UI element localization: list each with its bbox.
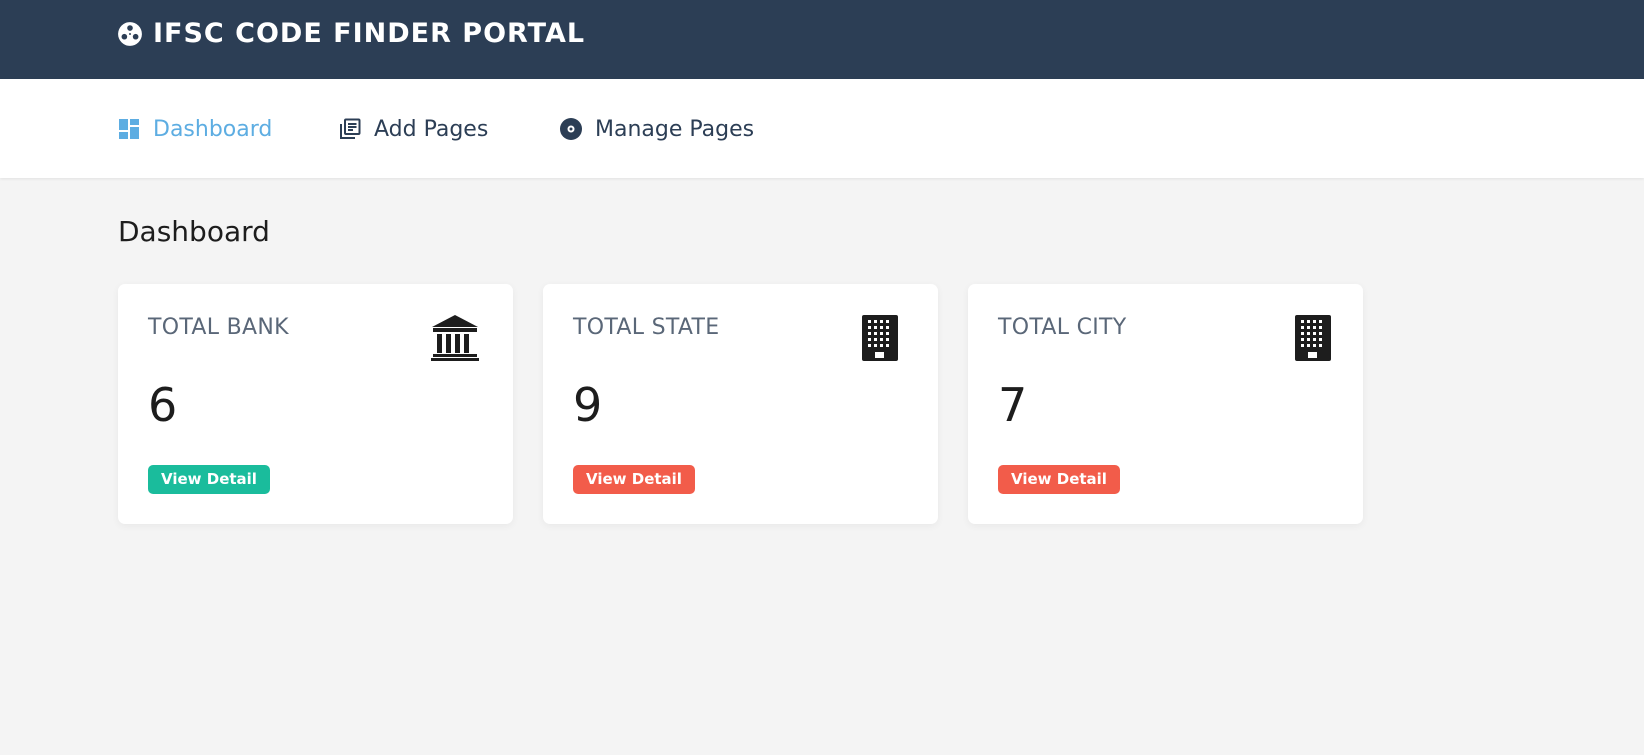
film-reel-icon	[117, 21, 153, 47]
card-label: TOTAL BANK	[148, 315, 289, 340]
nav-item-label: Manage Pages	[595, 116, 755, 142]
view-detail-button[interactable]: View Detail	[148, 465, 270, 494]
portal-title: IFSC CODE FINDER PORTAL	[153, 18, 586, 49]
bank-icon	[430, 314, 480, 362]
stat-card-total-city: TOTAL CITY 7 View Detail	[968, 284, 1363, 524]
library-books-icon	[338, 117, 374, 141]
nav-item-label: Add Pages	[374, 116, 489, 142]
card-label: TOTAL STATE	[573, 315, 720, 340]
brand[interactable]: IFSC CODE FINDER PORTAL	[117, 18, 585, 49]
card-value: 9	[573, 378, 603, 432]
nav-item-label: Dashboard	[153, 116, 273, 142]
top-header: IFSC CODE FINDER PORTAL	[0, 0, 1644, 79]
nav-item-dashboard[interactable]: Dashboard	[117, 114, 272, 144]
disc-icon	[559, 117, 595, 141]
building-icon	[1294, 314, 1332, 362]
nav-item-add-pages[interactable]: Add Pages	[338, 114, 488, 144]
view-detail-button[interactable]: View Detail	[573, 465, 695, 494]
dashboard-icon	[117, 117, 153, 141]
card-value: 7	[998, 378, 1028, 432]
card-value: 6	[148, 378, 178, 432]
main-nav: Dashboard Add Pages Manage Pages	[0, 79, 1644, 178]
card-label: TOTAL CITY	[998, 315, 1127, 340]
building-icon	[861, 314, 899, 362]
stat-card-total-state: TOTAL STATE 9 View Detail	[543, 284, 938, 524]
stat-card-total-bank: TOTAL BANK 6 View Detail	[118, 284, 513, 524]
page-title: Dashboard	[118, 215, 270, 248]
nav-item-manage-pages[interactable]: Manage Pages	[559, 114, 754, 144]
view-detail-button[interactable]: View Detail	[998, 465, 1120, 494]
